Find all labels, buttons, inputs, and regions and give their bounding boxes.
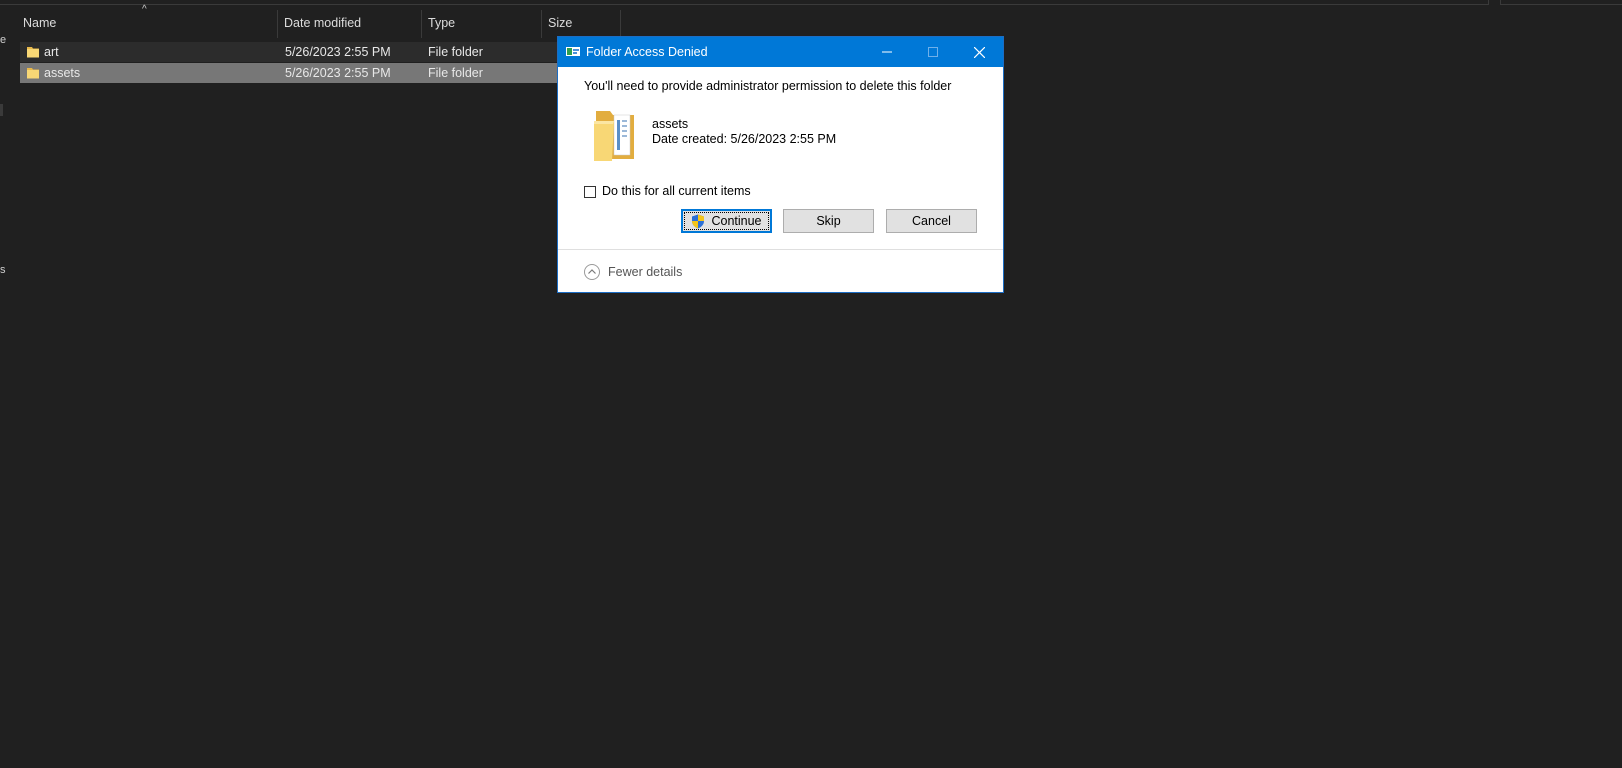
column-header-size[interactable]: Size xyxy=(548,10,572,36)
cancel-button[interactable]: Cancel xyxy=(886,209,977,233)
minimize-button[interactable] xyxy=(864,37,910,67)
left-pane-text-fragment: e xyxy=(0,34,7,46)
apply-to-all-checkbox[interactable] xyxy=(584,186,596,198)
dialog-title: Folder Access Denied xyxy=(586,45,708,59)
item-name: assets xyxy=(652,117,689,131)
search-box-edge[interactable] xyxy=(1500,0,1622,5)
folder-icon xyxy=(27,47,39,58)
skip-button[interactable]: Skip xyxy=(783,209,874,233)
dialog-divider xyxy=(558,249,1003,250)
file-operation-icon xyxy=(566,47,580,56)
folder-access-denied-dialog: Folder Access Denied You'll need to prov… xyxy=(557,36,1004,293)
file-row[interactable]: art 5/26/2023 2:55 PM File folder xyxy=(20,42,620,62)
top-strip xyxy=(0,0,1622,5)
left-pane-text-fragment: s xyxy=(0,264,6,276)
file-row-selected[interactable]: assets 5/26/2023 2:55 PM File folder xyxy=(20,63,620,83)
chevron-up-circle-icon[interactable] xyxy=(584,264,600,280)
file-name: assets xyxy=(44,66,81,80)
column-divider[interactable] xyxy=(541,10,542,38)
cancel-button-label: Cancel xyxy=(912,214,951,228)
file-type: File folder xyxy=(428,66,483,80)
folder-icon xyxy=(27,68,39,79)
file-type: File folder xyxy=(428,45,483,59)
column-header-name[interactable]: Name xyxy=(23,10,56,36)
file-date-modified: 5/26/2023 2:55 PM xyxy=(285,66,391,80)
left-pane-edge xyxy=(0,104,3,116)
fewer-details-link[interactable]: Fewer details xyxy=(608,265,682,279)
maximize-button-disabled xyxy=(910,37,956,67)
skip-button-label: Skip xyxy=(816,214,841,228)
focus-ring xyxy=(684,212,769,230)
file-name: art xyxy=(44,45,59,59)
column-header-date-modified[interactable]: Date modified xyxy=(284,10,361,36)
address-bar-edge[interactable] xyxy=(0,0,1489,5)
column-header-type[interactable]: Type xyxy=(428,10,455,36)
item-date-created: Date created: 5/26/2023 2:55 PM xyxy=(652,132,837,146)
minimize-icon xyxy=(882,51,892,53)
column-divider[interactable] xyxy=(277,10,278,38)
column-divider[interactable] xyxy=(421,10,422,38)
close-icon xyxy=(973,46,985,58)
file-date-modified: 5/26/2023 2:55 PM xyxy=(285,45,391,59)
large-folder-icon xyxy=(594,111,634,161)
dialog-titlebar[interactable]: Folder Access Denied xyxy=(558,37,1003,67)
sort-ascending-icon: ^ xyxy=(142,4,147,15)
dialog-message: You'll need to provide administrator per… xyxy=(584,79,952,93)
close-button[interactable] xyxy=(956,37,1002,67)
continue-button[interactable]: Continue xyxy=(681,209,772,233)
column-divider[interactable] xyxy=(620,10,621,38)
apply-to-all-label[interactable]: Do this for all current items xyxy=(602,184,751,198)
maximize-icon xyxy=(928,47,938,57)
